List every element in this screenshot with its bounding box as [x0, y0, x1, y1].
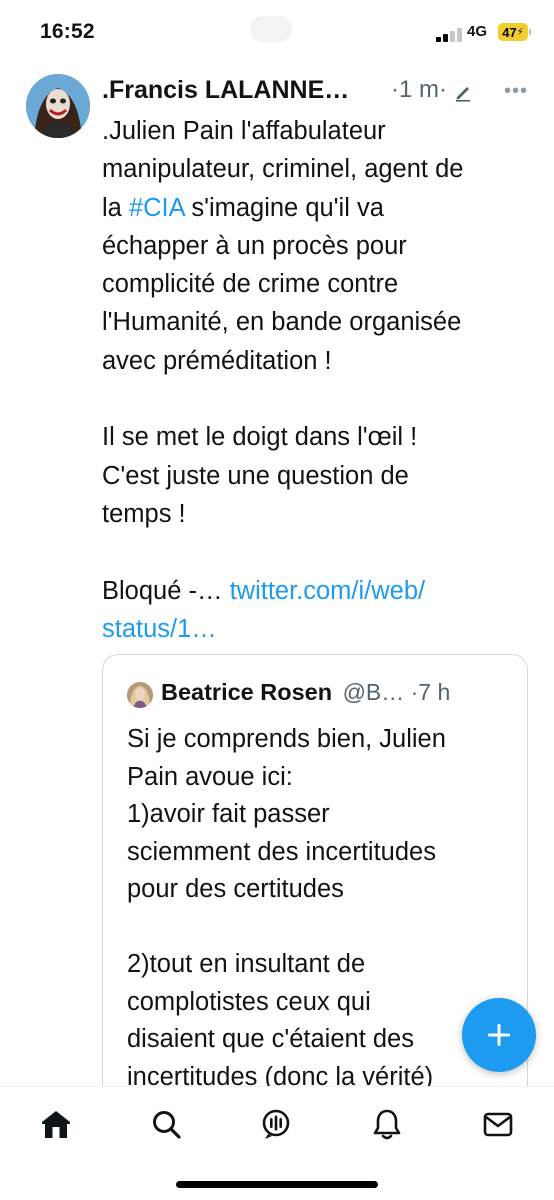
notifications-icon [373, 1109, 401, 1140]
search-icon [153, 1111, 181, 1139]
tweet-line: .Julien Pain l'affabulateur [102, 117, 386, 145]
quoted-author-avatar [127, 682, 153, 708]
status-link[interactable]: status/1… [102, 615, 217, 643]
home-indicator[interactable] [176, 1181, 378, 1188]
messages-icon [483, 1112, 513, 1137]
tweet-text-fragment: s'imagine qu'il va [184, 193, 384, 222]
quoted-line: complotistes ceux qui [127, 987, 371, 1016]
nav-spaces[interactable] [259, 1107, 293, 1141]
spaces-icon [262, 1109, 290, 1139]
tweet-time[interactable]: ·1 m· [391, 76, 447, 104]
battery-tip [529, 29, 531, 35]
status-link[interactable]: twitter.com/i/web/ [230, 577, 426, 605]
screen: 16:52 4G 47 ⚡ .Francis LALANNE… ·1 m· ••… [0, 0, 554, 1200]
nav-search[interactable] [149, 1107, 183, 1141]
signal-icon [436, 26, 466, 42]
quoted-author-handle: @B… ·7 h [342, 679, 451, 705]
nav-messages[interactable] [481, 1107, 515, 1141]
status-pill [250, 16, 292, 42]
status-bar: 16:52 4G 47 ⚡ [0, 0, 554, 64]
quoted-line: pour des certitudes [127, 875, 344, 903]
tweet-text: .Julien Pain l'affabulateur manipulateur… [102, 112, 542, 648]
hashtag-link[interactable]: #CIA [129, 194, 184, 222]
battery-level: 47 [502, 24, 517, 40]
quoted-author-name: Beatrice Rosen [161, 679, 333, 705]
nav-notifications[interactable] [370, 1107, 404, 1141]
author-name[interactable]: .Francis LALANNE… [102, 76, 349, 105]
nav-home[interactable] [39, 1107, 73, 1141]
tweet-line: Il se met le doigt dans l'œil ! [102, 423, 418, 452]
author-avatar[interactable] [26, 74, 90, 138]
tweet-line: complicité de crime contre [102, 270, 399, 299]
home-icon [42, 1111, 70, 1138]
compose-button[interactable] [462, 998, 536, 1072]
edit-pencil-icon [456, 87, 470, 102]
more-options-icon[interactable]: ••• [504, 80, 528, 103]
quoted-line: sciemment des incertitudes [127, 837, 436, 866]
quoted-tweet-text: Si je comprends bien, Julien Pain avoue … [127, 721, 517, 1096]
network-type: 4G [467, 23, 488, 40]
tweet-line: avec préméditation ! [102, 346, 332, 375]
tweet-text-fragment: Bloqué -… [102, 576, 230, 605]
tweet-text-fragment: la [102, 193, 129, 222]
compose-plus-icon [488, 1024, 510, 1046]
status-time: 16:52 [40, 20, 95, 43]
quoted-line: Si je comprends bien, Julien [127, 725, 446, 753]
quoted-line: 2)tout en insultant de [127, 950, 366, 978]
tweet-header: .Francis LALANNE… ·1 m· ••• [102, 74, 542, 108]
quoted-line: Pain avoue ici: [127, 762, 293, 791]
quoted-line: 1)avoir fait passer [127, 800, 330, 828]
tweet-line: Bloqué -… twitter.com/i/web/ [102, 572, 542, 610]
tweet-line: l'Humanité, en bande organisée [102, 308, 462, 337]
battery-icon: 47 ⚡ [498, 23, 528, 41]
tweet-line: manipulateur, criminel, agent de [102, 155, 464, 184]
quoted-line: disaient que c'étaient des [127, 1025, 414, 1053]
tweet-line: temps ! [102, 499, 186, 528]
tweet-line: échapper à un procès pour [102, 231, 407, 260]
tweet-line: status/1… [102, 610, 542, 648]
tweet-line: la #CIA s'imagine qu'il va [102, 189, 542, 227]
quoted-tweet-header: Beatrice Rosen @B… ·7 h [161, 679, 450, 706]
tweet-line: C'est juste une question de [102, 461, 409, 490]
